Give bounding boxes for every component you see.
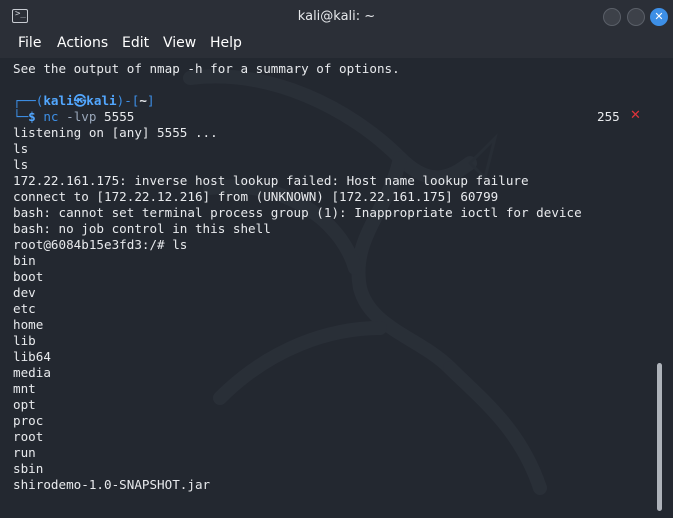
output-line: connect to [172.22.12.216] from (UNKNOWN… [13,189,499,204]
output-line: proc [13,413,44,428]
output-line: mnt [13,381,36,396]
output-line: lib64 [13,349,51,364]
close-button[interactable]: ✕ [650,8,668,26]
output-line: bash: no job control in this shell [13,221,271,236]
maximize-button[interactable] [627,8,645,26]
command-name: nc [43,109,59,124]
command-flag: -lvp [66,109,97,124]
output-line: shirodemo-1.0-SNAPSHOT.jar [13,477,211,492]
output-line: listening on [any] 5555 ... [13,125,218,140]
menu-help[interactable]: Help [210,35,242,51]
title-bar[interactable]: >_ kali@kali: ~ ✕ [0,0,673,34]
intro-line: See the output of nmap -h for a summary … [13,61,400,76]
prompt-host: kali [86,93,117,108]
scrollbar-thumb[interactable] [657,363,662,511]
prompt-dir: ~ [139,93,147,108]
output-line: dev [13,285,36,300]
menu-edit[interactable]: Edit [122,35,149,51]
output-line: bash: cannot set terminal process group … [13,205,582,220]
output-line: run [13,445,36,460]
output-line: opt [13,397,36,412]
output-line: boot [13,269,44,284]
output-line: root [13,429,44,444]
prompt-header: ┌──(kali㉿kali)-[~] [13,93,155,108]
command-arg: 5555 [104,109,135,124]
output-line: bin [13,253,36,268]
terminal-output[interactable]: See the output of nmap -h for a summary … [0,58,673,518]
output-line: sbin [13,461,44,476]
close-icon: ✕ [654,10,664,23]
minimize-button[interactable] [603,8,621,26]
window-title: kali@kali: ~ [297,9,376,24]
terminal-window: >_ kali@kali: ~ ✕ File Actions Edit View… [0,0,673,518]
menu-bar: File Actions Edit View Help [0,34,673,58]
output-line: lib [13,333,36,348]
menu-file[interactable]: File [18,35,41,51]
error-x-icon: ✕ [630,108,641,123]
output-line: root@6084b15e3fd3:/# ls [13,237,188,252]
output-line: etc [13,301,36,316]
menu-view[interactable]: View [163,35,196,51]
prompt-user: kali [43,93,74,108]
prompt-command-line: └─$ nc -lvp 5555 [13,109,135,124]
menu-actions[interactable]: Actions [57,35,108,51]
output-line: ls [13,141,29,156]
kali-dragon-watermark [183,69,547,495]
output-line: 172.22.161.175: inverse host lookup fail… [13,173,529,188]
output-line: media [13,365,51,380]
exit-code: 255 [597,109,620,124]
output-line: home [13,317,44,332]
output-line: ls [13,157,29,172]
